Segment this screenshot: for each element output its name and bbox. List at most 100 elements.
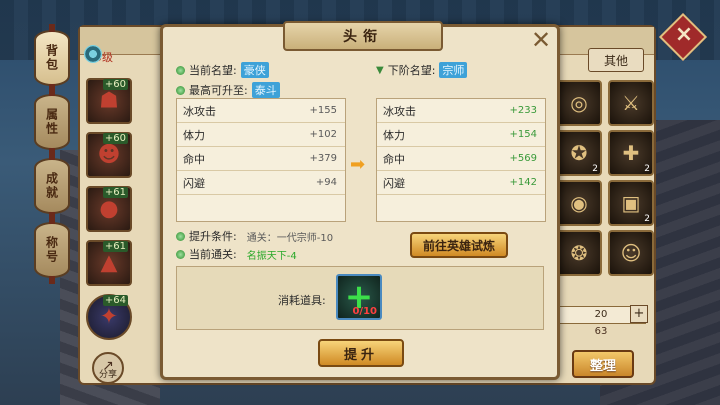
chest-icon: ▣ [621,191,641,215]
consume-item-slot[interactable]: + 0/10 [336,274,382,320]
stat-row: 冰攻击 +155 [177,99,345,123]
close-icon: × [674,22,694,47]
staff-icon: ⚔ [622,91,640,115]
bullet-icon [176,231,185,241]
equipped-items-column: ☗ +60 ☻ +60 ● +61 ▲ +61 ✦ +64 [86,78,132,348]
stat-name: 命中 [383,152,405,166]
condition-label: 提升条件: [189,230,237,243]
upgrade-condition-row: 提升条件: 通关：一代宗师-10 [176,228,333,244]
equipment-slot[interactable]: ☻ +60 [86,132,132,178]
stat-name: 冰攻击 [183,104,216,118]
stat-value: +142 [509,177,537,188]
hero-trial-button[interactable]: 前往英雄试炼 [410,232,508,258]
side-tab-bag[interactable]: 背包 [34,24,70,92]
side-tabs: 背包 属性 成就 称号 [34,24,72,286]
side-tab-titles[interactable]: 称号 [34,216,70,284]
quantity-total: 63 [594,326,608,337]
enhance-badge: +60 [102,133,128,144]
vortex-icon: ❂ [570,241,588,265]
stat-value: +569 [509,153,537,164]
consume-label: 消耗道具: [278,294,326,307]
stat-row: 体力 +102 [177,123,345,147]
stat-row: 闪避 +94 [177,171,345,195]
panda-icon: ✪ [570,141,588,165]
quantity-plus-button[interactable]: + [630,305,648,323]
sort-button[interactable]: 整理 [572,350,634,378]
stat-name: 闪避 [383,176,405,190]
stat-name: 闪避 [183,176,205,190]
gem-icon: ◉ [570,191,588,215]
current-rank-label: 当前名望: [189,64,237,77]
equipment-slot[interactable]: ☗ +60 [86,78,132,124]
next-rank-row: ▼ 下阶名望: 宗师 [376,62,468,78]
dialog-title: 头衔 [283,21,443,51]
stat-name: 命中 [183,152,205,166]
enhance-badge: +60 [102,79,128,90]
current-clear-value: 名振天下-4 [246,250,297,262]
share-button[interactable]: ↗ 分享 [92,352,124,384]
item-count: 2 [644,214,650,224]
next-stats-box: 冰攻击 +233 体力 +154 命中 +569 闪避 +142 [376,98,546,222]
enhance-badge: +64 [102,295,128,306]
stat-name: 体力 [183,128,205,142]
enhance-badge: +61 [102,187,128,198]
weapon-icon: ✦ [99,304,119,330]
current-stats-box: 冰攻击 +155 体力 +102 命中 +379 闪避 +94 [176,98,346,222]
bag-item[interactable]: ◎ [556,80,602,126]
arrow-right-icon: ➡ [350,154,366,175]
bag-item[interactable]: ✚ 2 [608,130,654,176]
current-rank-row: 当前名望: 豪侠 [176,62,269,78]
bag-item[interactable]: ⚔ [608,80,654,126]
next-rank-label: 下阶名望: [387,64,436,77]
bag-items-grid: ◎ ⚔ ✪ 2 ✚ 2 ◉ ▣ 2 ❂ ☺ [556,80,654,276]
equipment-slot[interactable]: ▲ +61 [86,240,132,286]
bag-item[interactable]: ◉ [556,180,602,226]
max-rank-label: 最高可升至: [189,84,248,97]
bullet-icon [176,249,185,259]
current-clear-label: 当前通关: [189,248,237,261]
boots-icon: ▲ [100,250,118,276]
condition-value: 通关：一代宗师-10 [246,232,334,244]
stat-value: +154 [509,129,537,140]
max-rank-value: 泰斗 [251,82,280,98]
side-tab-achievements[interactable]: 成就 [34,152,70,220]
stat-value: +379 [309,153,337,164]
bag-item[interactable]: ☺ [608,230,654,276]
stat-value: +102 [309,129,337,140]
current-rank-value: 豪侠 [240,62,269,78]
stat-value: +94 [315,177,337,188]
share-icon: ↗ [102,358,114,374]
orb-icon: ● [99,196,119,222]
stat-name: 体力 [383,128,405,142]
item-count: 2 [592,164,598,174]
helmet-icon: ☗ [99,88,119,114]
stat-row: 闪避 +142 [377,171,545,195]
consume-count: 0/10 [352,306,377,317]
arrow-down-icon: ▼ [376,64,384,76]
next-rank-value: 宗师 [439,62,468,78]
enhance-badge: +61 [102,241,128,252]
stat-row: 命中 +379 [177,147,345,171]
current-clear-row: 当前通关: 名振天下-4 [176,246,297,262]
bag-item[interactable]: ✪ 2 [556,130,602,176]
side-tab-attributes[interactable]: 属性 [34,88,70,156]
stat-row: 体力 +154 [377,123,545,147]
bag-item[interactable]: ❂ [556,230,602,276]
equipment-slot[interactable]: ✦ +64 [86,294,132,340]
bullet-icon [176,85,185,95]
upgrade-button[interactable]: 提升 [318,339,404,367]
ring-icon: ◎ [570,91,588,115]
max-rank-row: 最高可升至: 泰斗 [176,82,280,98]
gear-icon[interactable] [84,45,102,63]
item-count: 2 [644,164,650,174]
fox-icon: ☺ [620,241,642,265]
bullet-icon [176,65,185,75]
mask-icon: ☻ [97,142,121,168]
stat-name: 冰攻击 [383,104,416,118]
stat-row: 命中 +569 [377,147,545,171]
bag-item[interactable]: ▣ 2 [608,180,654,226]
dialog-close-button[interactable]: ✕ [529,28,553,53]
tab-other[interactable]: 其他 [588,48,644,72]
stat-row: 冰攻击 +233 [377,99,545,123]
equipment-slot[interactable]: ● +61 [86,186,132,232]
